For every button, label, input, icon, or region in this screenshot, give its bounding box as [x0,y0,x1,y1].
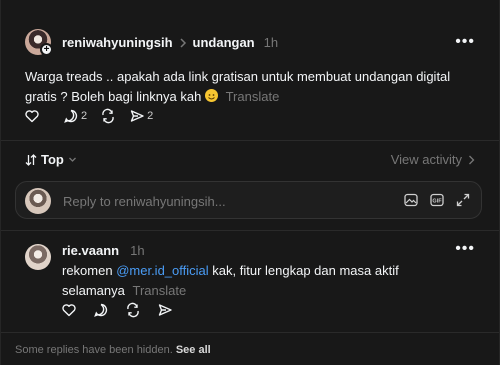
topic-tag[interactable]: undangan [193,35,255,50]
post-actions: 2 2 [24,108,166,124]
reply-composer[interactable]: Reply to reniwahyuningsih... GIF [15,181,482,219]
reply-header: rie.vaann 1h [62,243,145,258]
divider [1,230,499,231]
sort-icon [25,153,37,166]
view-activity-link[interactable]: View activity [391,152,475,167]
share-button[interactable]: 2 [129,108,153,124]
hidden-replies-text: Some replies have been hidden. [15,344,173,356]
smiling-face-emoji-icon [204,89,218,102]
sort-dropdown[interactable]: Top [25,152,77,167]
current-user-avatar [25,188,51,214]
sort-label: Top [41,152,64,167]
mention-link[interactable]: @mer.id_official [116,263,208,278]
reply-button[interactable] [93,302,109,318]
repost-icon [127,302,139,318]
share-count: 2 [147,110,154,122]
translate-link[interactable]: Translate [226,89,280,104]
divider [1,332,499,333]
follow-plus-icon[interactable]: + [40,43,53,56]
author-username[interactable]: reniwahyuningsih [62,35,173,50]
chevron-right-icon [469,155,475,164]
reply-body: rekomen @mer.id_official kak, fitur leng… [62,261,402,301]
reply-actions [61,302,186,318]
more-options-icon[interactable]: ••• [455,33,475,51]
reply-author-avatar[interactable] [25,244,51,270]
post-header: reniwahyuningsih undangan 1h [62,35,278,50]
comment-icon [64,109,78,123]
divider [1,140,499,141]
translate-link[interactable]: Translate [133,283,187,298]
post-body: Warga treads .. apakah ada link gratisan… [25,67,480,107]
composer-tools: GIF [403,192,471,208]
svg-text:GIF: GIF [432,199,442,205]
reply-button[interactable]: 2 [63,108,87,124]
comment-icon [94,303,108,317]
view-activity-label: View activity [390,152,462,167]
more-options-icon[interactable]: ••• [455,240,475,258]
send-icon [158,304,172,316]
heart-icon [62,304,76,317]
repost-button[interactable] [100,108,116,124]
see-all-link[interactable]: See all [176,344,211,356]
reply-time: 1h [130,243,145,258]
send-icon [130,110,144,122]
reply-input[interactable]: Reply to reniwahyuningsih... [63,194,226,209]
chevron-right-icon [179,37,186,48]
thread-card: + reniwahyuningsih undangan 1h ••• Warga… [0,0,500,365]
hidden-replies-notice: Some replies have been hidden. See all [15,344,211,356]
gif-icon[interactable]: GIF [429,192,445,208]
like-button[interactable] [61,302,77,318]
repost-icon [102,108,114,124]
reply-text-before: rekomen [62,263,117,278]
expand-icon[interactable] [455,192,471,208]
reply-author-username[interactable]: rie.vaann [62,243,119,258]
image-icon[interactable] [403,192,419,208]
repost-button[interactable] [125,302,141,318]
like-button[interactable] [24,108,40,124]
post-time: 1h [263,35,279,50]
chevron-down-icon [68,157,76,162]
reply-count: 2 [81,110,88,122]
share-button[interactable] [157,302,173,318]
heart-icon [25,110,39,123]
